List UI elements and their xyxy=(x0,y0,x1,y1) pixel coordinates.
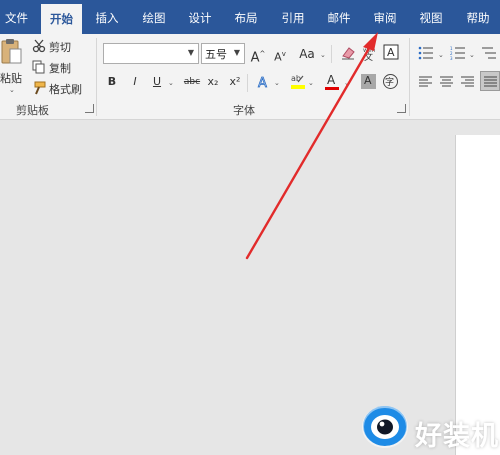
cut-label: 剪切 xyxy=(49,41,71,54)
shrink-font-label: A xyxy=(274,50,282,64)
tab-home[interactable]: 开始 xyxy=(41,4,82,34)
font-size-value: 五号 xyxy=(205,48,227,61)
chevron-down-icon: ▼ xyxy=(233,48,241,57)
chevron-down-icon: ⌄ xyxy=(9,86,15,94)
tab-draw[interactable]: 绘图 xyxy=(135,0,173,34)
svg-text:文: 文 xyxy=(364,51,373,61)
character-shading-label: A xyxy=(364,74,372,87)
bold-button[interactable]: B xyxy=(105,72,119,92)
clipboard-group-label: 剪贴板 xyxy=(16,104,49,117)
justify-button[interactable] xyxy=(480,71,500,91)
divider xyxy=(331,45,332,63)
ribbon-tab-bar: 文件 开始 插入 绘图 设计 布局 引用 邮件 审阅 视图 帮助 xyxy=(0,0,500,34)
cut-button[interactable]: 剪切 xyxy=(32,38,76,54)
chevron-down-icon: ⌄ xyxy=(320,51,326,59)
tab-references[interactable]: 引用 xyxy=(274,0,312,34)
paste-label: 粘贴 xyxy=(0,72,22,85)
divider xyxy=(247,74,248,92)
clear-formatting-icon[interactable] xyxy=(340,45,356,61)
chevron-down-icon: ⌄ xyxy=(168,79,174,87)
character-shading-button[interactable]: A xyxy=(361,74,376,89)
phonetic-guide-icon[interactable]: wén 文 xyxy=(361,45,377,61)
grow-font-button[interactable]: A^ xyxy=(250,44,266,66)
align-right-icon[interactable] xyxy=(461,76,475,88)
tab-layout[interactable]: 布局 xyxy=(227,0,265,34)
format-painter-label: 格式刷 xyxy=(49,83,82,96)
enclose-characters-button[interactable]: 字 xyxy=(383,74,398,89)
font-group-label: 字体 xyxy=(233,104,255,117)
svg-text:A: A xyxy=(258,76,267,90)
svg-text:A: A xyxy=(387,46,395,59)
tab-mailings[interactable]: 邮件 xyxy=(320,0,358,34)
font-size-dropdown[interactable]: 五号 ▼ xyxy=(201,43,245,64)
bullets-icon[interactable] xyxy=(418,46,434,60)
ribbon: 粘贴 ⌄ 剪切 复制 格式刷 剪贴板 ▼ 五号 ▼ A^ Av Aa ⌄ wén… xyxy=(0,34,500,120)
character-border-icon[interactable]: A xyxy=(383,44,399,60)
copy-icon xyxy=(32,60,45,74)
bold-label: B xyxy=(107,75,117,88)
tab-design[interactable]: 设计 xyxy=(181,0,219,34)
chevron-down-icon: ⌄ xyxy=(469,51,475,59)
italic-label: I xyxy=(133,75,137,88)
font-dialog-launcher-icon[interactable] xyxy=(397,104,406,113)
superscript-label: x² xyxy=(229,75,241,88)
highlight-icon[interactable]: ab xyxy=(290,72,306,90)
chevron-down-icon: ⌄ xyxy=(274,79,280,87)
underline-label: U xyxy=(152,75,162,88)
clipboard-dialog-launcher-icon[interactable] xyxy=(85,104,94,113)
grow-font-label: A xyxy=(250,50,260,66)
font-name-dropdown[interactable]: ▼ xyxy=(103,43,199,64)
chevron-down-icon: ⌄ xyxy=(308,79,314,87)
strikethrough-button[interactable]: abc xyxy=(182,72,202,92)
chevron-down-icon: ▼ xyxy=(187,48,195,57)
align-center-icon[interactable] xyxy=(440,76,454,88)
strikethrough-label: abc xyxy=(183,77,201,87)
tab-help[interactable]: 帮助 xyxy=(459,0,497,34)
font-color-button[interactable]: A xyxy=(324,72,342,92)
numbering-icon[interactable]: 1 2 3 xyxy=(450,46,466,60)
change-case-button[interactable]: Aa xyxy=(296,44,318,64)
svg-text:3: 3 xyxy=(450,56,453,60)
shrink-font-button[interactable]: Av xyxy=(272,44,288,64)
watermark-text: 好装机 xyxy=(415,421,499,452)
change-case-label: Aa xyxy=(299,47,315,61)
paste-icon xyxy=(1,39,22,64)
paste-button[interactable]: 粘贴 ⌄ xyxy=(0,36,24,96)
font-color-bar xyxy=(325,87,339,90)
italic-button[interactable]: I xyxy=(128,72,142,92)
justify-icon xyxy=(484,76,497,87)
chevron-down-icon: ⌄ xyxy=(438,51,444,59)
align-left-icon[interactable] xyxy=(419,76,433,88)
tab-review[interactable]: 审阅 xyxy=(366,0,404,34)
format-painter-icon xyxy=(34,81,46,95)
superscript-button[interactable]: x² xyxy=(228,72,242,92)
subscript-button[interactable]: x₂ xyxy=(206,72,220,92)
scissors-icon xyxy=(32,39,46,53)
copy-label: 复制 xyxy=(49,62,71,75)
enclose-characters-label: 字 xyxy=(385,78,395,88)
multilevel-list-icon[interactable] xyxy=(481,46,497,60)
svg-text:ab: ab xyxy=(291,74,301,83)
text-effects-icon[interactable]: A xyxy=(256,74,272,90)
font-color-label: A xyxy=(327,73,336,87)
chevron-down-icon: ⌄ xyxy=(344,79,350,87)
group-divider xyxy=(409,38,410,116)
tab-file[interactable]: 文件 xyxy=(0,0,33,34)
copy-button[interactable]: 复制 xyxy=(32,59,76,75)
format-painter-button[interactable]: 格式刷 xyxy=(32,80,84,96)
group-divider xyxy=(96,38,97,116)
tab-insert[interactable]: 插入 xyxy=(88,0,126,34)
tab-view[interactable]: 视图 xyxy=(412,0,450,34)
underline-button[interactable]: U xyxy=(150,72,164,92)
subscript-label: x₂ xyxy=(207,75,219,88)
